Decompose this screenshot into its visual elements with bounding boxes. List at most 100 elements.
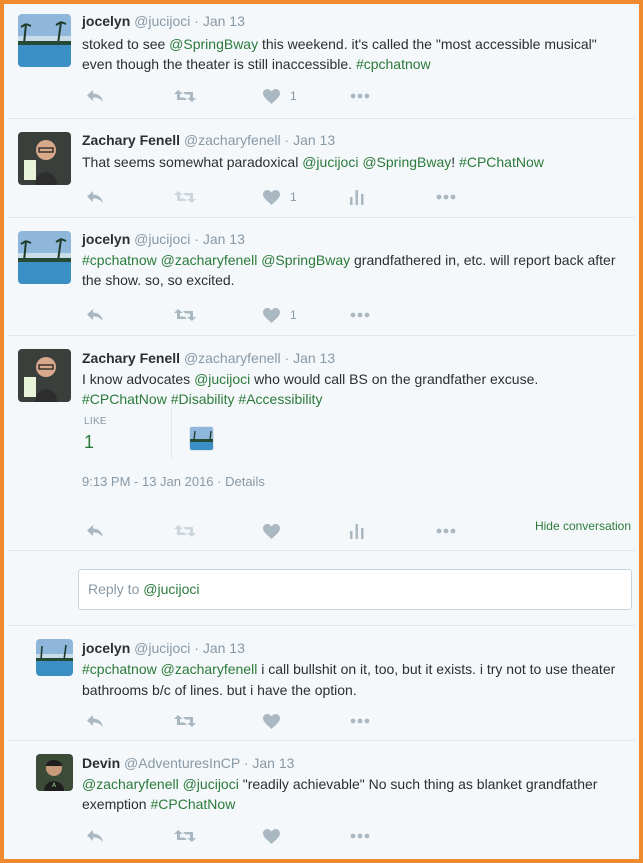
hashtag-link[interactable]: #Disability: [171, 391, 235, 407]
tweet-header: jocelyn @jucijoci · Jan 13: [82, 13, 245, 29]
user-handle[interactable]: @zacharyfenell: [184, 350, 281, 366]
tweet[interactable]: jocelyn @jucijoci · Jan 13 stoked to see…: [8, 4, 635, 119]
avatar-pool[interactable]: [36, 639, 73, 676]
likes-label: LIKE: [84, 416, 107, 427]
heart-icon[interactable]: [263, 522, 280, 540]
tweet-text: @zacharyfenell @jucijoci "readily achiev…: [82, 774, 621, 814]
avatar-devin[interactable]: A: [36, 754, 73, 791]
details-link[interactable]: Details: [225, 474, 265, 489]
tweet-actions: 1: [86, 306, 386, 324]
user-handle[interactable]: @AdventuresInCP: [124, 755, 240, 771]
tweet-actions: 1: [86, 87, 386, 105]
tweet-date[interactable]: Jan 13: [203, 13, 245, 29]
tweet-text: That seems somewhat paradoxical @jucijoc…: [82, 152, 621, 172]
tweet-text: #cpchatnow @zacharyfenell i call bullshi…: [82, 659, 621, 701]
hashtag-link[interactable]: #CPChatNow: [459, 154, 544, 170]
avatar-pool[interactable]: [18, 231, 71, 284]
reply-tweet[interactable]: A Devin @AdventuresInCP · Jan 13 @zachar…: [8, 741, 635, 859]
hashtag-link[interactable]: #CPChatNow: [150, 796, 235, 812]
reply-icon[interactable]: [86, 188, 104, 206]
tweet-actions: 1: [86, 188, 466, 206]
more-icon[interactable]: [350, 712, 370, 730]
heart-icon[interactable]: 1: [263, 188, 297, 206]
tweet[interactable]: Zachary Fenell @zacharyfenell · Jan 13 T…: [8, 119, 635, 218]
mention-link[interactable]: @zacharyfenell: [82, 776, 179, 792]
tweet-actions: [86, 712, 386, 730]
more-icon[interactable]: [350, 87, 370, 105]
user-handle[interactable]: @jucijoci: [134, 13, 190, 29]
text-segment: That seems somewhat paradoxical: [82, 154, 303, 170]
avatar-pool[interactable]: [18, 14, 71, 67]
retweet-icon[interactable]: [174, 712, 196, 730]
mention-link[interactable]: @jucijoci: [302, 154, 358, 170]
heart-icon[interactable]: [263, 827, 280, 845]
display-name[interactable]: Devin: [82, 755, 120, 771]
more-icon[interactable]: [436, 188, 456, 206]
retweet-icon[interactable]: [174, 306, 196, 324]
mention-link[interactable]: @SpringBway: [362, 154, 451, 170]
reply-icon[interactable]: [86, 827, 104, 845]
analytics-icon[interactable]: [350, 522, 364, 540]
more-icon[interactable]: [350, 827, 370, 845]
hashtag-link[interactable]: #cpchatnow: [82, 252, 157, 268]
tweet[interactable]: jocelyn @jucijoci · Jan 13 #cpchatnow @z…: [8, 218, 635, 336]
reply-icon[interactable]: [86, 87, 104, 105]
avatar-zachary[interactable]: [18, 349, 71, 402]
likes-count[interactable]: 1: [84, 432, 94, 453]
text-segment: stoked to see: [82, 36, 170, 52]
hashtag-link[interactable]: #Accessibility: [238, 391, 322, 407]
hide-conversation-link[interactable]: Hide conversation: [535, 519, 631, 533]
user-handle[interactable]: @jucijoci: [134, 231, 190, 247]
tweet-date[interactable]: Jan 13: [252, 755, 294, 771]
reply-icon[interactable]: [86, 306, 104, 324]
mention-link[interactable]: @jucijoci: [183, 776, 239, 792]
user-handle[interactable]: @jucijoci: [134, 640, 190, 656]
heart-icon[interactable]: 1: [263, 306, 297, 324]
analytics-icon[interactable]: [350, 188, 364, 206]
tweet-meta: 9:13 PM - 13 Jan 2016 · Details: [82, 474, 265, 489]
retweet-icon[interactable]: [174, 87, 196, 105]
hashtag-link[interactable]: #cpchatnow: [356, 56, 431, 72]
tweet-header: jocelyn @jucijoci · Jan 13: [82, 640, 245, 656]
likes-stat[interactable]: LIKE 1: [82, 408, 172, 458]
mention-link[interactable]: @zacharyfenell: [161, 661, 258, 677]
user-handle[interactable]: @zacharyfenell: [184, 132, 281, 148]
display-name[interactable]: jocelyn: [82, 13, 130, 29]
mention-link[interactable]: @zacharyfenell: [161, 252, 258, 268]
heart-icon[interactable]: 1: [263, 87, 297, 105]
mention-link[interactable]: @jucijoci: [194, 371, 250, 387]
heart-icon[interactable]: [263, 712, 280, 730]
display-name[interactable]: Zachary Fenell: [82, 350, 180, 366]
tweet-actions: [86, 827, 386, 845]
tweet-date[interactable]: Jan 13: [293, 132, 335, 148]
display-name[interactable]: jocelyn: [82, 231, 130, 247]
reply-area: [8, 551, 635, 626]
reply-icon[interactable]: [86, 522, 104, 540]
mention-link[interactable]: @SpringBway: [261, 252, 350, 268]
display-name[interactable]: Zachary Fenell: [82, 132, 180, 148]
retweet-icon[interactable]: [174, 522, 196, 540]
tweet-date[interactable]: Jan 13: [203, 231, 245, 247]
hashtag-link[interactable]: #CPChatNow: [82, 391, 167, 407]
tweet-header: Devin @AdventuresInCP · Jan 13: [82, 755, 295, 771]
timestamp[interactable]: 9:13 PM - 13 Jan 2016: [82, 474, 214, 489]
mention-link[interactable]: @SpringBway: [169, 36, 258, 52]
text-segment: who would call BS on the grandfather exc…: [250, 371, 539, 387]
focused-tweet[interactable]: Zachary Fenell @zacharyfenell · Jan 13 I…: [8, 336, 635, 551]
tweet-header: Zachary Fenell @zacharyfenell · Jan 13: [82, 132, 336, 148]
tweet-date[interactable]: Jan 13: [203, 640, 245, 656]
tweet-text: #cpchatnow @zacharyfenell @SpringBway gr…: [82, 250, 621, 290]
like-count: 1: [290, 89, 297, 103]
display-name[interactable]: jocelyn: [82, 640, 130, 656]
liker-avatar[interactable]: [189, 426, 214, 451]
reply-icon[interactable]: [86, 712, 104, 730]
retweet-icon[interactable]: [174, 188, 196, 206]
hashtag-link[interactable]: #cpchatnow: [82, 661, 157, 677]
avatar-zachary[interactable]: [18, 132, 71, 185]
tweet-date[interactable]: Jan 13: [293, 350, 335, 366]
more-icon[interactable]: [436, 522, 456, 540]
tweet-text: stoked to see @SpringBway this weekend. …: [82, 34, 621, 74]
more-icon[interactable]: [350, 306, 370, 324]
retweet-icon[interactable]: [174, 827, 196, 845]
reply-tweet[interactable]: jocelyn @jucijoci · Jan 13 #cpchatnow @z…: [8, 626, 635, 741]
